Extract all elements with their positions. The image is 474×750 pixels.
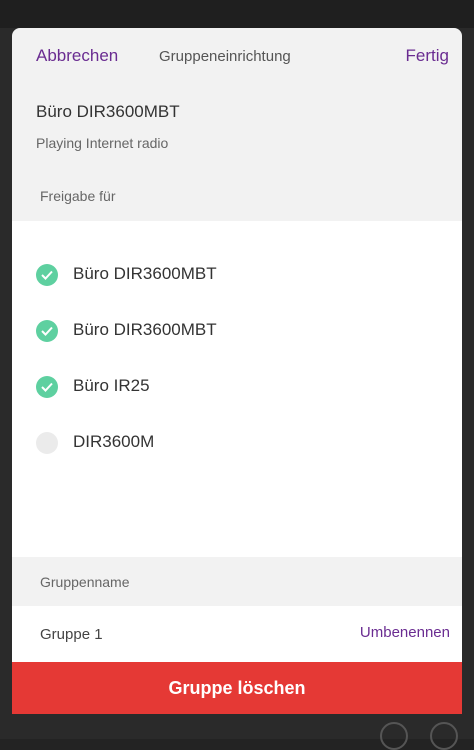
done-button[interactable]: Fertig xyxy=(406,46,449,66)
share-item[interactable]: Büro DIR3600MBT xyxy=(12,303,462,359)
group-name-value: Gruppe 1 xyxy=(40,626,103,643)
share-item[interactable]: DIR3600M xyxy=(12,415,462,471)
share-item-label: Büro IR25 xyxy=(73,376,150,395)
checkmark-icon xyxy=(36,320,58,342)
share-item-label: Büro DIR3600MBT xyxy=(73,264,217,283)
share-section-label: Freigabe für xyxy=(40,188,116,204)
sheet-header: Abbrechen Gruppeneinrichtung Fertig xyxy=(12,28,462,88)
group-setup-sheet: Abbrechen Gruppeneinrichtung Fertig Büro… xyxy=(12,28,462,714)
rename-button[interactable]: Umbenennen xyxy=(360,624,450,641)
share-item[interactable]: Büro IR25 xyxy=(12,359,462,415)
share-item[interactable]: Büro DIR3600MBT xyxy=(12,247,462,303)
share-item-label: Büro DIR3600MBT xyxy=(73,320,217,339)
page-title: Gruppeneinrichtung xyxy=(159,48,291,65)
cancel-button[interactable]: Abbrechen xyxy=(36,46,118,66)
background-circle-icon xyxy=(430,722,458,750)
device-info: Büro DIR3600MBT Playing Internet radio xyxy=(12,88,462,196)
group-name-row: Gruppe 1 Umbenennen xyxy=(12,606,462,662)
device-status: Playing Internet radio xyxy=(36,135,169,151)
checkmark-icon xyxy=(36,264,58,286)
group-name-label: Gruppenname xyxy=(40,574,130,590)
delete-group-button[interactable]: Gruppe löschen xyxy=(12,662,462,714)
share-item-label: DIR3600M xyxy=(73,432,155,451)
background-top-bar xyxy=(0,0,474,28)
background-circle-icon xyxy=(380,722,408,750)
checkmark-icon xyxy=(36,376,58,398)
device-name: Büro DIR3600MBT xyxy=(36,102,180,121)
share-list: Büro DIR3600MBT Büro DIR3600MBT Büro IR2… xyxy=(12,221,462,557)
unchecked-circle-icon xyxy=(36,432,58,454)
